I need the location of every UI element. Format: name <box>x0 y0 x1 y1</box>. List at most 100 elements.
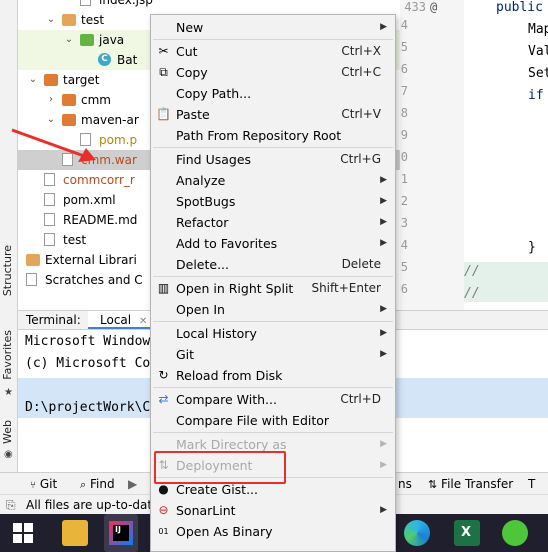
menu-item-path-from-repository-root[interactable]: Path From Repository Root <box>151 125 395 146</box>
menu-item-shortcut: Shift+Enter <box>311 281 381 295</box>
menu-item-open-in-right-split[interactable]: ▥ Open in Right Split Shift+Enter <box>151 278 395 299</box>
find-tool-button[interactable]: ⌕ Find <box>80 477 115 492</box>
submenu-arrow-icon: ▶ <box>380 217 387 227</box>
line-number: 3 <box>400 216 408 230</box>
menu-item-label: Cut <box>176 44 198 59</box>
menu-item-label: Paste <box>176 107 210 122</box>
windows-start-icon[interactable] <box>10 520 36 546</box>
branch-icon: ⑂ <box>30 480 36 491</box>
menu-item-paste[interactable]: 📋 Paste Ctrl+V <box>151 104 395 125</box>
menu-item-new[interactable]: New ▶ <box>151 17 395 38</box>
menu-item-spotbugs[interactable]: SpotBugs ▶ <box>151 191 395 212</box>
web-tool-tab[interactable]: Web <box>1 420 14 444</box>
excel-icon[interactable]: X <box>454 520 480 546</box>
line-number: 4 <box>400 18 408 32</box>
menu-item-delete[interactable]: Delete... Delete <box>151 254 395 275</box>
line-number: 8 <box>400 106 408 120</box>
menu-item-shortcut: Ctrl+D <box>340 392 381 406</box>
github-icon: ● <box>158 482 169 496</box>
copy-icon: ⧉ <box>159 65 168 79</box>
intellij-taskbar-item[interactable]: IJ <box>104 514 138 552</box>
line-number: 2 <box>400 194 408 208</box>
chevron-right-icon[interactable]: › <box>46 90 56 110</box>
line-number: 1 <box>400 172 408 186</box>
left-tool-strip: Structure Favorites ★ Web ◉ <box>0 0 18 472</box>
tree-item[interactable]: index.jsp <box>18 0 400 10</box>
line-number: 7 <box>400 84 408 98</box>
submenu-arrow-icon: ▶ <box>380 238 387 248</box>
menu-item-label: SpotBugs <box>176 194 236 209</box>
terminal-line: Microsoft Window <box>25 334 151 349</box>
markdown-file-icon <box>44 213 55 226</box>
editor-code[interactable]: public Map Val Set if} // // <box>464 0 548 310</box>
file-explorer-icon[interactable] <box>62 520 88 546</box>
line-number: 9 <box>400 128 408 142</box>
menu-item-copy[interactable]: ⧉ Copy Ctrl+C <box>151 62 395 83</box>
chevron-right-icon[interactable]: › <box>18 250 20 270</box>
tree-item-label: External Librari <box>45 253 137 267</box>
menu-item-compare-with[interactable]: ⇄ Compare With... Ctrl+D <box>151 389 395 410</box>
orange-folder-icon <box>62 114 76 126</box>
menu-item-open-in[interactable]: Open In ▶ <box>151 299 395 320</box>
menu-separator <box>153 276 393 277</box>
menu-item-local-history[interactable]: Local History ▶ <box>151 323 395 344</box>
override-icon: @ <box>430 0 438 14</box>
submenu-arrow-icon: ▶ <box>380 439 387 449</box>
git-tool-button[interactable]: ⑂ Git <box>30 477 57 491</box>
tab-local[interactable]: Local ✕ <box>88 311 160 329</box>
git-label: Git <box>39 477 58 491</box>
file-transfer-button[interactable]: ⇅ File Transfer <box>428 477 513 491</box>
menu-item-open-as-binary[interactable]: 01 Open As Binary <box>151 521 395 542</box>
menu-item-label: Compare File with Editor <box>176 413 330 428</box>
tree-item-label: index.jsp <box>99 0 153 7</box>
more-icon[interactable]: ▶ <box>128 477 137 491</box>
menu-item-label: Add to Favorites <box>176 236 278 251</box>
menu-item-sonarlint[interactable]: ⊖ SonarLint ▶ <box>151 500 395 521</box>
chevron-down-icon[interactable]: ⌄ <box>28 70 38 90</box>
edge-icon[interactable] <box>404 520 430 546</box>
maven-file-icon <box>44 193 55 206</box>
menu-item-analyze[interactable]: Analyze ▶ <box>151 170 395 191</box>
editor-gutter: @ 433 4 5 6 7 8 9 0 1 2 3 4 5 6 <box>400 0 464 310</box>
file-icon <box>44 233 55 246</box>
tree-item-label: test <box>63 233 87 247</box>
submenu-arrow-icon: ▶ <box>380 460 387 470</box>
structure-tool-tab[interactable]: Structure <box>1 245 14 296</box>
menu-item-compare-file-with-editor[interactable]: Compare File with Editor <box>151 410 395 431</box>
favorites-tool-tab[interactable]: Favorites <box>1 330 14 380</box>
menu-item-reload-from-disk[interactable]: ↻ Reload from Disk <box>151 365 395 386</box>
menu-item-add-to-favorites[interactable]: Add to Favorites ▶ <box>151 233 395 254</box>
menu-item-refactor[interactable]: Refactor ▶ <box>151 212 395 233</box>
terminal-tool-button[interactable]: T <box>528 477 535 491</box>
code-line: public <box>496 0 543 15</box>
orange-folder-icon <box>44 74 58 86</box>
scratch-icon <box>26 273 37 286</box>
menu-item-shortcut: Ctrl+V <box>341 107 381 121</box>
tree-item-label: test <box>81 13 105 27</box>
globe-icon: ◉ <box>4 449 13 460</box>
menu-separator <box>153 387 393 388</box>
menu-item-label: Open in Right Split <box>176 281 294 296</box>
chevron-down-icon[interactable]: ⌄ <box>64 30 74 50</box>
menu-item-label: New <box>176 20 204 35</box>
chevron-right-icon[interactable]: › <box>18 270 20 290</box>
code-line: Set <box>528 66 548 81</box>
tool-button-ns[interactable]: ns <box>398 477 412 491</box>
tab-local-label: Local <box>100 313 132 327</box>
menu-item-label: Refactor <box>176 215 229 230</box>
file-transfer-label: File Transfer <box>441 477 514 491</box>
menu-item-cut[interactable]: ✂ Cut Ctrl+X <box>151 41 395 62</box>
tree-item-label: pom.xml <box>63 193 116 207</box>
close-icon[interactable]: ✕ <box>139 316 147 327</box>
class-icon: C <box>98 53 111 66</box>
menu-item-copy-path[interactable]: Copy Path... <box>151 83 395 104</box>
code-line: } <box>528 240 536 255</box>
menu-item-git[interactable]: Git ▶ <box>151 344 395 365</box>
submenu-arrow-icon: ▶ <box>380 196 387 206</box>
chevron-down-icon[interactable]: ⌄ <box>46 10 56 30</box>
wechat-icon[interactable] <box>502 520 528 546</box>
tree-item-label: Scratches and C <box>45 273 143 287</box>
menu-item-find-usages[interactable]: Find Usages Ctrl+G <box>151 149 395 170</box>
search-icon: ⌕ <box>80 478 87 491</box>
intellij-icon: IJ <box>109 521 133 545</box>
